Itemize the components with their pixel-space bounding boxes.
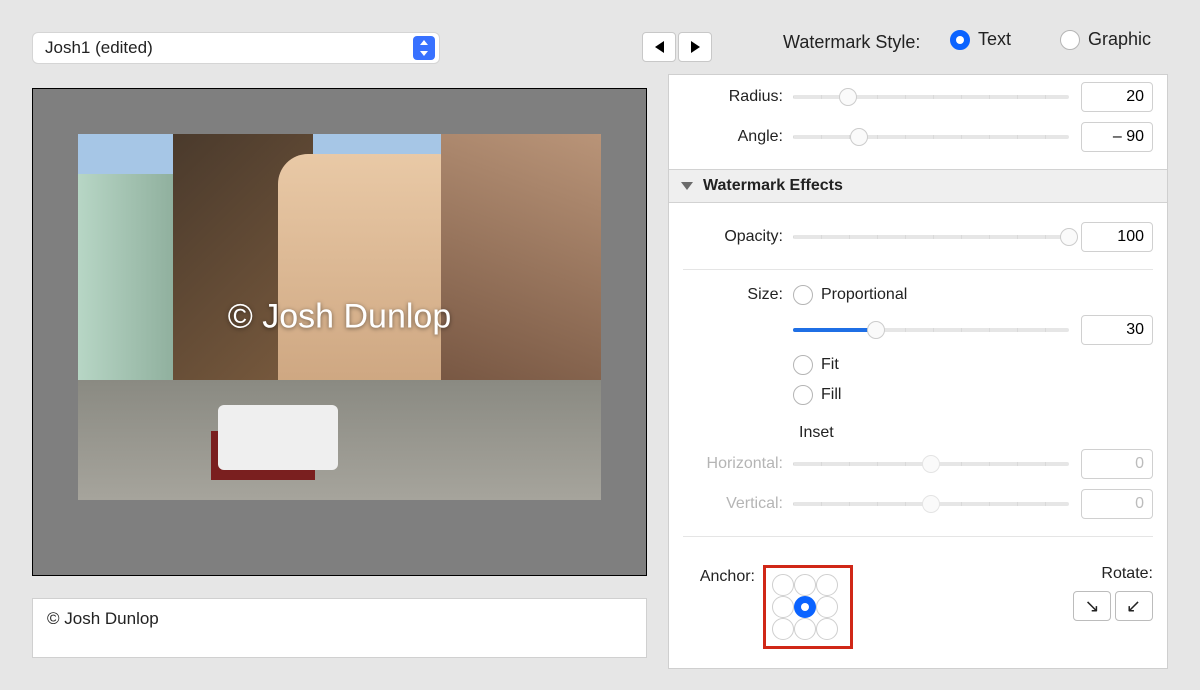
rotate-cw-icon: ↘ (1084, 596, 1099, 617)
radio-icon (950, 30, 970, 50)
size-label: Size: (683, 286, 793, 304)
divider (683, 536, 1153, 537)
shadow-section: Radius: Angle: (669, 74, 1167, 169)
slider-thumb-icon (850, 128, 868, 146)
inset-horizontal-label: Horizontal: (683, 455, 793, 473)
nav-buttons (642, 32, 712, 62)
size-fill-option[interactable]: Fill (683, 380, 1153, 410)
anchor-top-left[interactable] (772, 574, 794, 596)
section-title: Watermark Effects (703, 177, 843, 195)
anchor-middle-right[interactable] (816, 596, 838, 618)
radius-slider[interactable] (793, 95, 1069, 99)
anchor-rotate-row: Anchor: Rotate: ↘ ↘ (669, 547, 1167, 649)
radio-icon (793, 285, 813, 305)
prev-button[interactable] (642, 32, 676, 62)
inset-vertical-value (1081, 489, 1153, 519)
radius-value[interactable] (1081, 82, 1153, 112)
radio-icon (793, 385, 813, 405)
anchor-highlight-box (763, 565, 853, 649)
anchor-middle-left[interactable] (772, 596, 794, 618)
size-proportional-option[interactable]: Size: Proportional (683, 280, 1153, 310)
triangle-right-icon (691, 41, 700, 53)
watermark-style-graphic-option[interactable]: Graphic (1060, 29, 1151, 50)
preview-frame: © Josh Dunlop (32, 88, 647, 576)
triangle-left-icon (655, 41, 664, 53)
option-label: Graphic (1088, 29, 1151, 50)
preview-image: © Josh Dunlop (78, 134, 601, 500)
watermark-text-value: © Josh Dunlop (47, 609, 159, 628)
disclosure-triangle-icon (681, 182, 693, 190)
anchor-bottom-left[interactable] (772, 618, 794, 640)
anchor-grid[interactable] (772, 574, 838, 640)
option-label: Fill (821, 386, 841, 404)
preset-name: Josh1 (edited) (45, 38, 153, 58)
slider-thumb-icon (922, 495, 940, 513)
dropdown-caret-icon (413, 36, 435, 60)
size-fit-option[interactable]: Fit (683, 350, 1153, 380)
radius-label: Radius: (683, 88, 793, 106)
size-slider-row (683, 310, 1153, 350)
slider-thumb-icon (839, 88, 857, 106)
inset-horizontal-row: Horizontal: (683, 444, 1153, 484)
radio-icon (1060, 30, 1080, 50)
watermark-effects-header[interactable]: Watermark Effects (669, 169, 1167, 203)
angle-value[interactable] (1081, 122, 1153, 152)
settings-panel: Radius: Angle: Watermark Effects Opacity… (668, 74, 1168, 669)
preset-dropdown[interactable]: Josh1 (edited) (32, 32, 440, 64)
rotate-label: Rotate: (1073, 565, 1153, 583)
radio-icon (793, 355, 813, 375)
radius-row: Radius: (683, 77, 1153, 117)
inset-vertical-row: Vertical: (683, 484, 1153, 524)
opacity-row: Opacity: (683, 217, 1153, 257)
inset-vertical-label: Vertical: (683, 495, 793, 513)
rotate-ccw-icon: ↘ (1126, 596, 1141, 617)
watermark-style-label: Watermark Style: (783, 32, 920, 53)
slider-thumb-icon (867, 321, 885, 339)
anchor-top-center[interactable] (794, 574, 816, 596)
angle-label: Angle: (683, 128, 793, 146)
rotate-block: Rotate: ↘ ↘ (1073, 565, 1153, 621)
watermark-overlay: © Josh Dunlop (228, 298, 452, 337)
angle-row: Angle: (683, 117, 1153, 157)
option-label: Text (978, 29, 1011, 50)
slider-thumb-icon (1060, 228, 1078, 246)
anchor-bottom-right[interactable] (816, 618, 838, 640)
opacity-slider[interactable] (793, 235, 1069, 239)
inset-horizontal-slider (793, 462, 1069, 466)
watermark-text-input[interactable]: © Josh Dunlop (32, 598, 647, 658)
rotate-ccw-button[interactable]: ↘ (1115, 591, 1153, 621)
next-button[interactable] (678, 32, 712, 62)
effects-section: Opacity: (669, 203, 1167, 265)
anchor-label: Anchor: (683, 565, 763, 586)
watermark-style-text-option[interactable]: Text (950, 29, 1011, 50)
option-label: Fit (821, 356, 839, 374)
opacity-value[interactable] (1081, 222, 1153, 252)
opacity-label: Opacity: (683, 228, 793, 246)
inset-horizontal-value (1081, 449, 1153, 479)
anchor-top-right[interactable] (816, 574, 838, 596)
anchor-bottom-center[interactable] (794, 618, 816, 640)
slider-thumb-icon (922, 455, 940, 473)
inset-vertical-slider (793, 502, 1069, 506)
size-value[interactable] (1081, 315, 1153, 345)
size-slider[interactable] (793, 328, 1069, 332)
option-label: Proportional (821, 286, 907, 304)
inset-title: Inset (669, 424, 1167, 442)
rotate-cw-button[interactable]: ↘ (1073, 591, 1111, 621)
size-block: Size: Proportional Fit Fill (669, 280, 1167, 414)
anchor-center[interactable] (794, 596, 816, 618)
angle-slider[interactable] (793, 135, 1069, 139)
divider (683, 269, 1153, 270)
